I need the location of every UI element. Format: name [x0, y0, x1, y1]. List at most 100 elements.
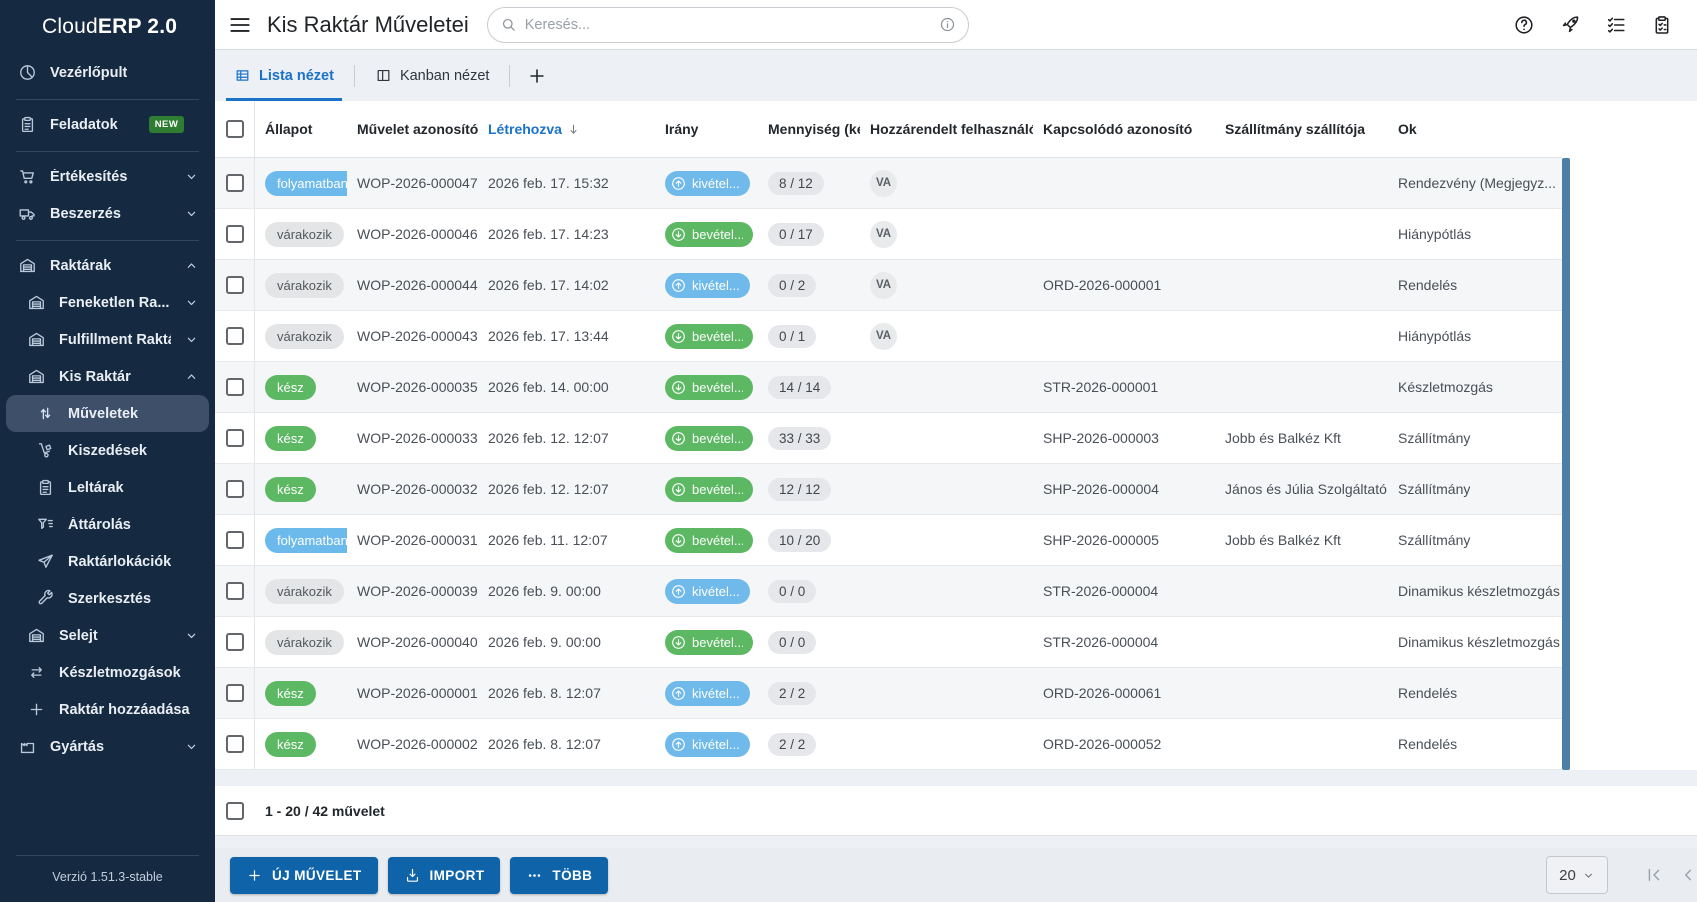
- table-vertical-scrollbar[interactable]: [1562, 158, 1570, 770]
- row-checkbox-cell: [215, 617, 255, 667]
- tab-list-view[interactable]: Lista nézet: [226, 50, 342, 101]
- sidebar-divider: [16, 99, 199, 100]
- sidebar-item-kis-raktar[interactable]: Kis Raktár: [0, 358, 215, 395]
- table-row[interactable]: várakozik WOP-2026-000044 2026 feb. 17. 14…: [215, 260, 1562, 311]
- chevron-down-icon: [184, 332, 199, 347]
- sidebar-item-raktar-hozzaadasa[interactable]: Raktár hozzáadása: [0, 691, 215, 728]
- row-checkbox[interactable]: [225, 684, 244, 702]
- direction-cell: bevétel...: [655, 476, 758, 502]
- row-checkbox[interactable]: [225, 276, 244, 294]
- sidebar-item-feladatok[interactable]: Feladatok NEW: [0, 106, 215, 143]
- search-info-icon[interactable]: [939, 16, 956, 33]
- row-checkbox[interactable]: [225, 735, 244, 753]
- reason-cell: Rendelés: [1398, 736, 1458, 752]
- status-badge: várakozik: [265, 578, 344, 604]
- summary-checkbox[interactable]: [226, 801, 244, 820]
- sidebar-item-feneketlen-raktar[interactable]: Feneketlen Ra...: [0, 284, 215, 321]
- row-checkbox[interactable]: [225, 327, 244, 345]
- import-button[interactable]: IMPORT: [387, 856, 501, 894]
- sidebar-item-muveletek[interactable]: Műveletek: [6, 395, 209, 432]
- sidebar-item-keszletmozgasok[interactable]: Készletmozgások: [0, 654, 215, 691]
- clipboard-tasks-icon[interactable]: [1651, 14, 1673, 36]
- sidebar-item-fulfillment-raktar[interactable]: Fulfillment Raktár: [0, 321, 215, 358]
- row-checkbox-cell: [215, 209, 255, 259]
- add-view-button[interactable]: [526, 65, 548, 87]
- column-header-carrier[interactable]: Szállítmány szállítója: [1215, 121, 1388, 137]
- sidebar-item-raktarak[interactable]: Raktárak: [0, 247, 215, 284]
- quantity-badge: 2 / 2: [768, 732, 817, 756]
- sort-descending-icon: [566, 122, 581, 137]
- sidebar-item-beszerzes[interactable]: Beszerzés: [0, 195, 215, 232]
- sidebar-item-raktarlokaciok[interactable]: Raktárlokációk: [0, 543, 215, 580]
- table-row[interactable]: várakozik WOP-2026-000040 2026 feb. 9. 00:…: [215, 617, 1562, 668]
- column-header-assignee[interactable]: Hozzárendelt felhasználó: [860, 121, 1033, 137]
- table-row[interactable]: kész WOP-2026-000035 2026 feb. 14. 00:00 be…: [215, 362, 1562, 413]
- table-row[interactable]: várakozik WOP-2026-000043 2026 feb. 17. 13…: [215, 311, 1562, 362]
- row-checkbox[interactable]: [225, 378, 244, 396]
- sidebar-item-szerkesztes[interactable]: Szerkesztés: [0, 580, 215, 617]
- sidebar-divider: [16, 151, 199, 152]
- table-row[interactable]: várakozik WOP-2026-000046 2026 feb. 17. 14…: [215, 209, 1562, 260]
- column-header-status[interactable]: Állapot: [255, 121, 347, 137]
- view-tab-bar: Lista nézet Kanban nézet ⚙⚙: [215, 50, 1697, 101]
- sidebar-item-leltarak[interactable]: Leltárak: [0, 469, 215, 506]
- table-row[interactable]: folyamatban WOP-2026-000031 2026 feb. 11. …: [215, 515, 1562, 566]
- select-all-checkbox[interactable]: [225, 120, 244, 138]
- rocket-icon[interactable]: [1559, 14, 1581, 36]
- tab-kanban-view[interactable]: Kanban nézet: [371, 50, 494, 101]
- column-header-created[interactable]: Létrehozva: [478, 121, 655, 137]
- table-row[interactable]: kész WOP-2026-000001 2026 feb. 8. 12:07 kiv…: [215, 668, 1562, 719]
- row-checkbox[interactable]: [225, 429, 244, 447]
- column-header-related-id[interactable]: Kapcsolódó azonosító: [1033, 121, 1215, 137]
- column-header-reason[interactable]: Ok: [1388, 121, 1562, 137]
- row-checkbox[interactable]: [225, 531, 244, 549]
- table-row[interactable]: kész WOP-2026-000032 2026 feb. 12. 12:07 be…: [215, 464, 1562, 515]
- sidebar-item-vezerlopult[interactable]: Vezérlőpult: [0, 54, 215, 91]
- column-header-direction[interactable]: Irány: [655, 121, 758, 137]
- table-row[interactable]: kész WOP-2026-000033 2026 feb. 12. 12:07 be…: [215, 413, 1562, 464]
- direction-badge: bevétel...: [665, 527, 753, 553]
- table-row[interactable]: kész WOP-2026-000002 2026 feb. 8. 12:07 kiv…: [215, 719, 1562, 770]
- table-row[interactable]: várakozik WOP-2026-000039 2026 feb. 9. 00:…: [215, 566, 1562, 617]
- import-icon: [404, 867, 421, 884]
- search-input[interactable]: [516, 16, 939, 33]
- chevron-up-icon: [184, 369, 199, 384]
- sidebar-item-attarolas[interactable]: Áttárolás: [0, 506, 215, 543]
- created-cell: 2026 feb. 8. 12:07: [488, 685, 601, 701]
- page-title: Kis Raktár Műveletei: [267, 11, 469, 37]
- status-cell: folyamatban: [255, 170, 347, 196]
- sidebar-item-gyartas[interactable]: Gyártás: [0, 728, 215, 765]
- row-checkbox[interactable]: [225, 174, 244, 192]
- row-checkbox[interactable]: [225, 633, 244, 651]
- row-checkbox[interactable]: [225, 582, 244, 600]
- quantity-cell: 2 / 2: [758, 681, 860, 705]
- search-box[interactable]: [486, 6, 969, 43]
- status-cell: kész: [255, 731, 347, 757]
- select-all-cell: [215, 101, 255, 157]
- column-header-operation-id[interactable]: Művelet azonosítója: [347, 121, 478, 137]
- sidebar-item-ertekesites[interactable]: Értékesítés: [0, 158, 215, 195]
- assignee-avatar: VA: [870, 271, 897, 299]
- hamburger-menu-icon[interactable]: [227, 12, 253, 38]
- sidebar-item-selejt[interactable]: Selejt: [0, 617, 215, 654]
- more-button[interactable]: TÖBB: [510, 856, 609, 894]
- sidebar-item-kiszedesek[interactable]: Kiszedések: [0, 432, 215, 469]
- row-checkbox[interactable]: [225, 225, 244, 243]
- direction-badge: bevétel...: [665, 425, 753, 451]
- status-cell: várakozik: [255, 221, 347, 247]
- checklist-icon[interactable]: [1605, 14, 1627, 36]
- table-body: folyamatban WOP-2026-000047 2026 feb. 17. …: [215, 158, 1697, 770]
- prev-page-button[interactable]: [1678, 865, 1697, 885]
- column-header-quantity[interactable]: Mennyiség (kés: [758, 121, 860, 137]
- row-checkbox[interactable]: [225, 480, 244, 498]
- created-cell: 2026 feb. 9. 00:00: [488, 583, 601, 599]
- page-size-select[interactable]: 20: [1546, 856, 1608, 894]
- related-id-cell: STR-2026-000004: [1043, 583, 1159, 599]
- new-operation-button[interactable]: ÚJ MŰVELET: [230, 856, 378, 894]
- table-row[interactable]: folyamatban WOP-2026-000047 2026 feb. 17. …: [215, 158, 1562, 209]
- first-page-button[interactable]: [1644, 865, 1664, 885]
- help-icon[interactable]: [1513, 14, 1535, 36]
- quantity-cell: 12 / 12: [758, 477, 860, 501]
- row-checkbox-cell: [215, 413, 255, 463]
- arrow-down-circle-icon: [670, 481, 687, 498]
